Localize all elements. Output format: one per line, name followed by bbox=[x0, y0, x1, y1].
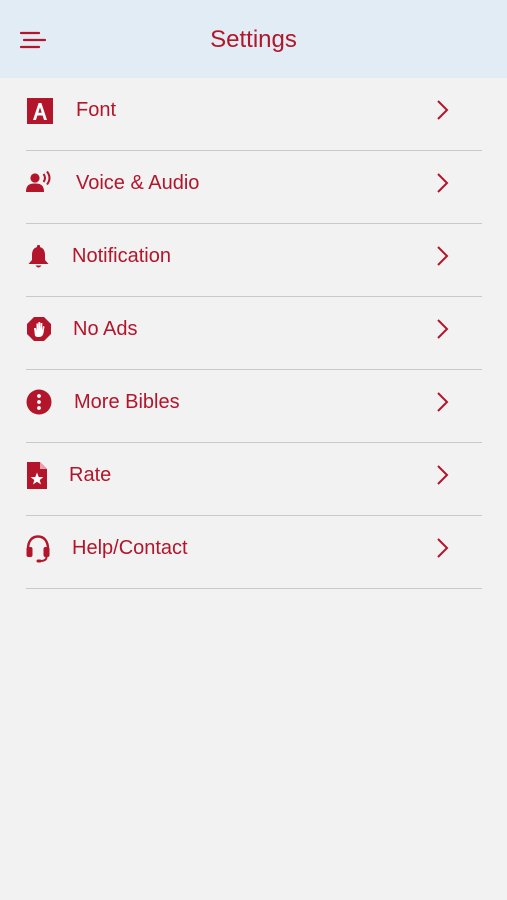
headset-icon bbox=[26, 535, 54, 563]
settings-item-more-bibles[interactable]: More Bibles bbox=[26, 370, 482, 443]
chevron-right-icon bbox=[434, 318, 452, 340]
settings-list: Font Voice & Audio Notification No Ads M… bbox=[26, 78, 482, 589]
settings-item-label: Voice & Audio bbox=[76, 172, 200, 194]
header-bar: Settings bbox=[0, 0, 507, 78]
chevron-right-icon bbox=[434, 464, 452, 486]
info-exclamation-icon bbox=[26, 389, 54, 417]
settings-item-no-ads[interactable]: No Ads bbox=[26, 297, 482, 370]
settings-item-voice-audio[interactable]: Voice & Audio bbox=[26, 151, 482, 224]
voice-audio-icon bbox=[26, 170, 54, 198]
settings-item-label: Font bbox=[76, 99, 117, 121]
settings-item-label: Rate bbox=[69, 464, 112, 486]
settings-item-label: No Ads bbox=[73, 318, 138, 340]
chevron-right-icon bbox=[434, 391, 452, 413]
font-icon bbox=[26, 97, 54, 125]
settings-item-label: Notification bbox=[72, 245, 171, 267]
page-title: Settings bbox=[210, 26, 297, 53]
star-document-icon bbox=[26, 462, 54, 490]
chevron-right-icon bbox=[434, 172, 452, 194]
chevron-right-icon bbox=[434, 99, 452, 121]
settings-item-font[interactable]: Font bbox=[26, 78, 482, 151]
settings-item-help-contact[interactable]: Help/Contact bbox=[26, 516, 482, 589]
settings-item-notification[interactable]: Notification bbox=[26, 224, 482, 297]
settings-item-label: Help/Contact bbox=[72, 537, 188, 559]
settings-item-rate[interactable]: Rate bbox=[26, 443, 482, 516]
no-ads-hand-icon bbox=[26, 316, 54, 344]
bell-icon bbox=[26, 243, 54, 271]
chevron-right-icon bbox=[434, 537, 452, 559]
settings-item-label: More Bibles bbox=[74, 391, 180, 413]
chevron-right-icon bbox=[434, 245, 452, 267]
